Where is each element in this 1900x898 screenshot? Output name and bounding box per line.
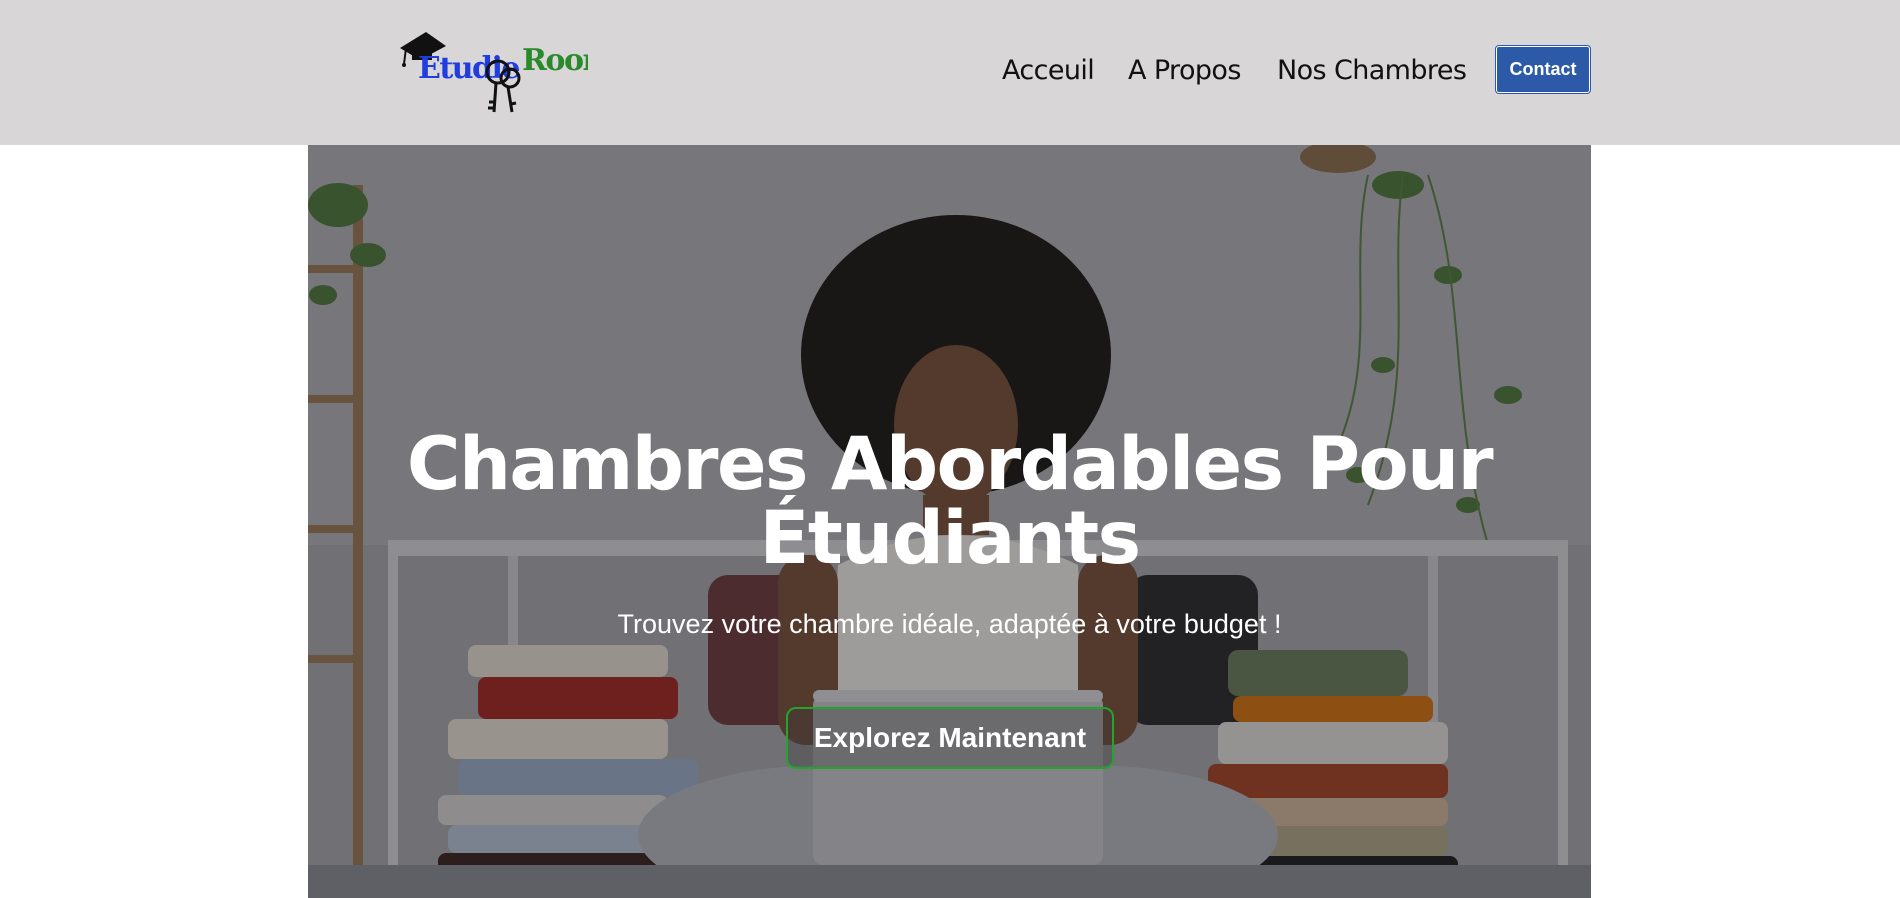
hero-title-line-2: Étudiants <box>759 496 1141 581</box>
hero-title: Chambres Abordables Pour Étudiants <box>308 428 1591 576</box>
site-logo[interactable]: Etudie Room <box>398 26 588 118</box>
explore-now-button[interactable]: Explorez Maintenant <box>786 707 1114 769</box>
logo-word-right: Room <box>522 43 588 78</box>
logo-graphic: Etudie Room <box>400 32 588 113</box>
nav-item-nos-chambres[interactable]: Nos Chambres <box>1277 55 1467 86</box>
site-header: Etudie Room Acceuil A Propos Nos Chambre… <box>0 0 1900 145</box>
nav-item-acceuil[interactable]: Acceuil <box>1002 55 1095 86</box>
hero-title-line-1: Chambres Abordables Pour <box>406 422 1494 507</box>
contact-button[interactable]: Contact <box>1496 46 1590 93</box>
hero-subtitle: Trouvez votre chambre idéale, adaptée à … <box>617 609 1282 639</box>
nav-item-a-propos[interactable]: A Propos <box>1128 55 1241 86</box>
hero-section: Chambres Abordables Pour Étudiants Trouv… <box>308 145 1591 898</box>
